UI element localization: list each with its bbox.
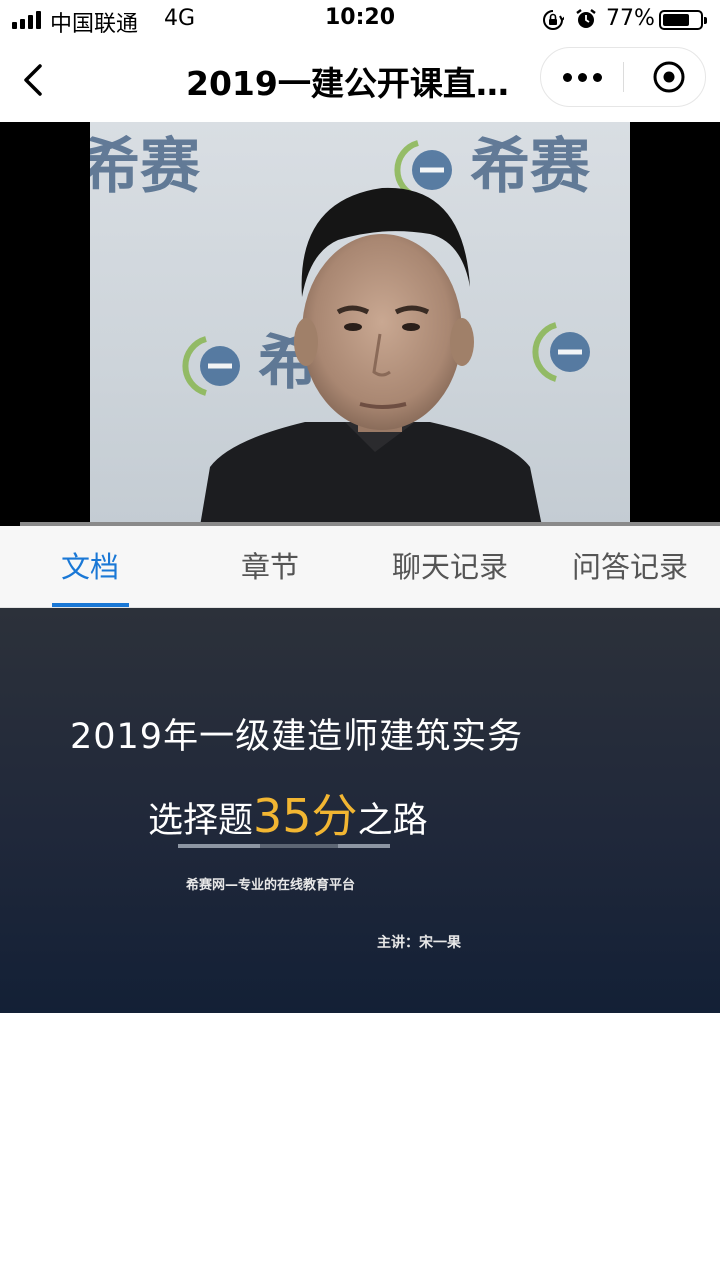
tab-active-indicator bbox=[52, 603, 129, 607]
tab-chat-history[interactable]: 聊天记录 bbox=[360, 526, 540, 608]
tab-chapters[interactable]: 章节 bbox=[180, 526, 360, 608]
orientation-lock-icon bbox=[543, 10, 564, 30]
battery-icon bbox=[659, 10, 707, 30]
battery-percent: 77% bbox=[606, 6, 655, 31]
slide-subtitle-pre: 选择题 bbox=[148, 801, 254, 841]
tab-bar: 文档 章节 聊天记录 问答记录 bbox=[0, 526, 720, 608]
more-icon[interactable] bbox=[541, 48, 623, 106]
presenter-image bbox=[200, 187, 542, 526]
slide-lecturer: 主讲：宋一果 bbox=[377, 935, 461, 951]
capsule-divider bbox=[623, 62, 624, 92]
slide-divider-bars bbox=[178, 844, 390, 848]
slide-title: 2019年一级建造师建筑实务 bbox=[70, 717, 524, 757]
tab-documents[interactable]: 文档 bbox=[0, 526, 180, 608]
page-title: 2019一建公开课直… bbox=[186, 64, 509, 103]
slide-subtitle: 选择题35分之路 bbox=[148, 780, 428, 846]
slide-platform: 希赛网—专业的在线教育平台 bbox=[186, 878, 356, 893]
slide-subtitle-post: 之路 bbox=[357, 801, 428, 841]
nav-bar: 2019一建公开课直… bbox=[0, 40, 720, 122]
capsule-menu bbox=[540, 47, 706, 107]
tab-qa-history[interactable]: 问答记录 bbox=[540, 526, 720, 608]
status-bar: 中国联通 4G 10:20 77% bbox=[0, 0, 720, 40]
video-frame: 希赛 希赛 希赛 bbox=[90, 122, 630, 526]
alarm-icon bbox=[576, 9, 596, 28]
close-icon[interactable] bbox=[633, 48, 705, 106]
video-player[interactable]: 希赛 希赛 希赛 bbox=[0, 122, 720, 526]
slide-subtitle-highlight: 35分 bbox=[253, 789, 358, 843]
document-slide[interactable]: 2019年一级建造师建筑实务 选择题35分之路 希赛网—专业的在线教育平台 主讲… bbox=[0, 608, 720, 1013]
back-icon[interactable] bbox=[14, 60, 54, 100]
